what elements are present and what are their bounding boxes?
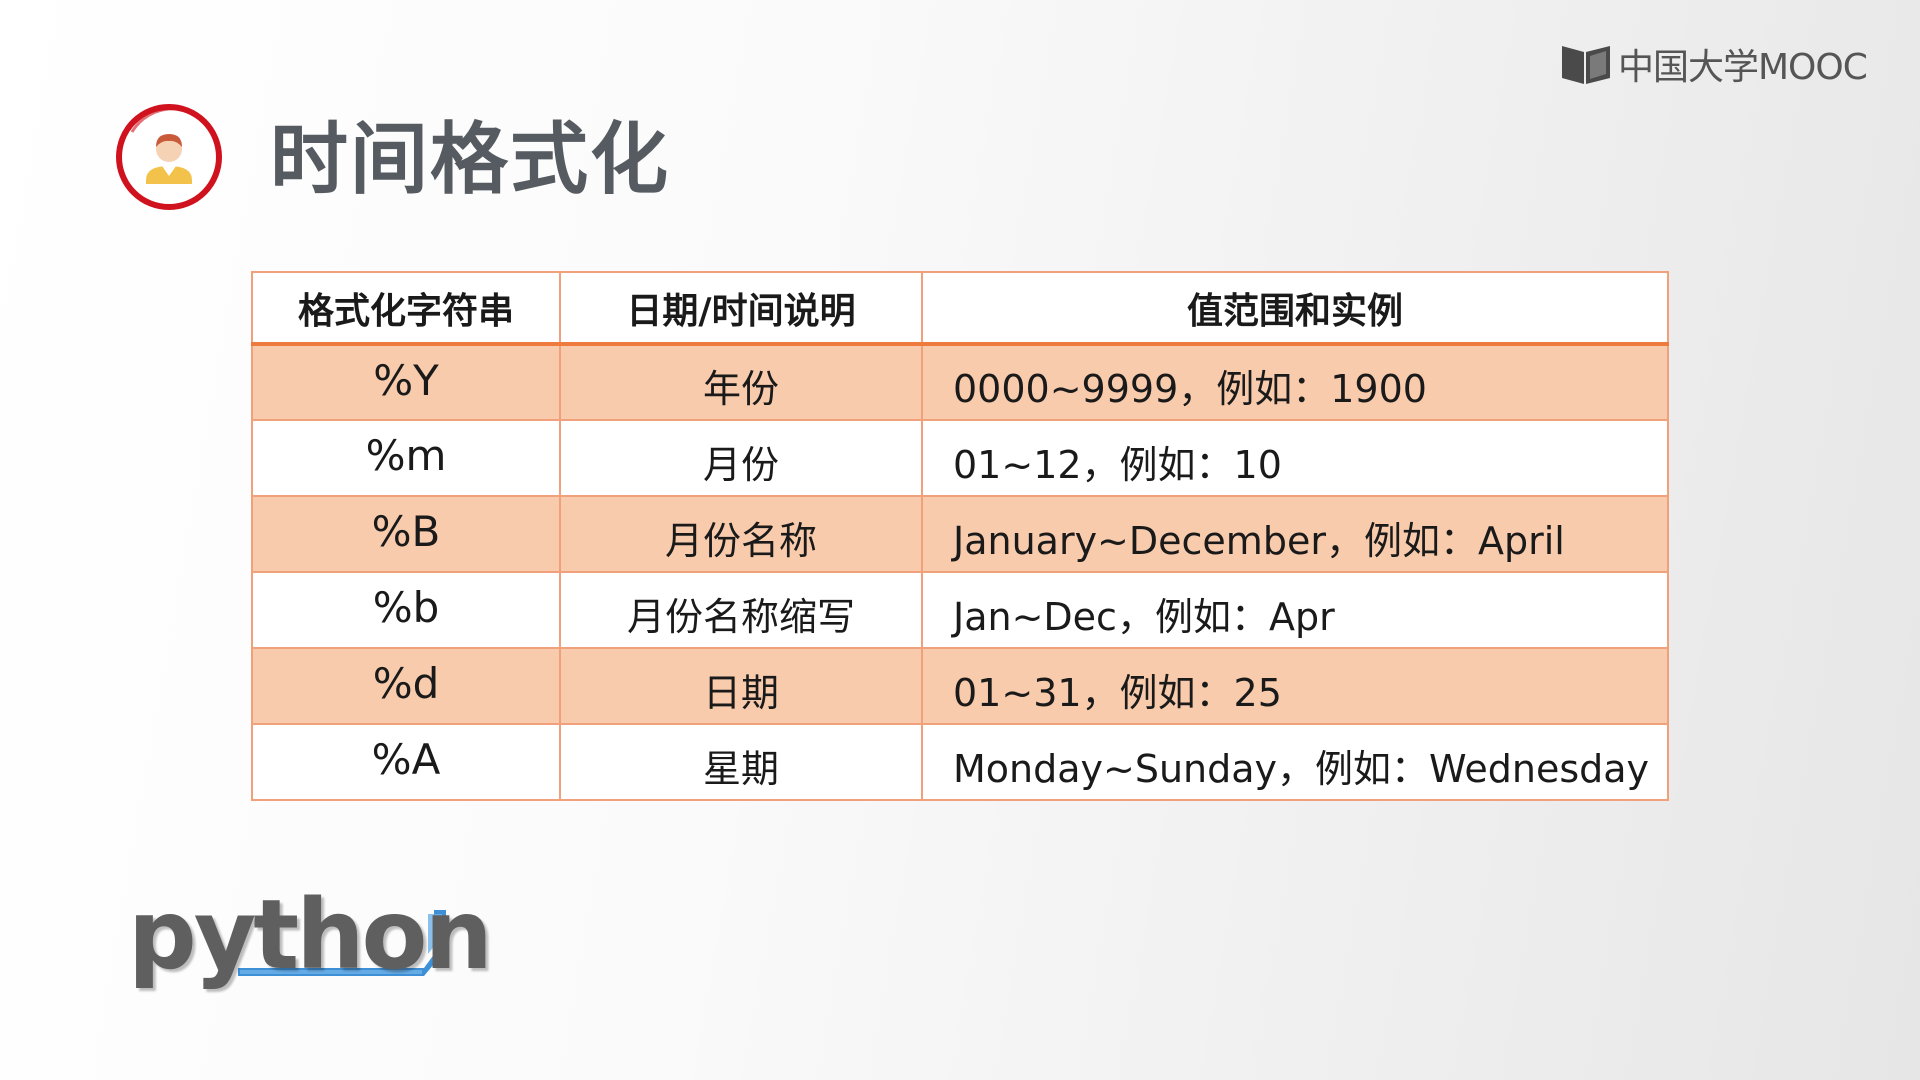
- mooc-logo: 中国大学MOOC: [1560, 38, 1868, 90]
- format-code-cell: %d: [251, 647, 561, 725]
- range-example-cell: 01~31，例如：25: [921, 647, 1669, 725]
- mooc-book-icon: [1562, 46, 1610, 84]
- format-code-cell: %Y: [251, 343, 561, 421]
- format-code-cell: %b: [251, 571, 561, 649]
- range-example-cell: Jan~Dec，例如：Apr: [921, 571, 1669, 649]
- description-cell: 月份: [559, 419, 923, 497]
- range-example-cell: 0000~9999，例如：1900: [921, 343, 1669, 421]
- range-example-cell: January~December，例如：April: [921, 495, 1669, 573]
- table-header-row: 格式化字符串 日期/时间说明 值范围和实例: [251, 271, 1669, 346]
- table-row: %d 日期 01~31，例如：25: [251, 647, 1669, 725]
- format-code-cell: %B: [251, 495, 561, 573]
- table-row: %Y 年份 0000~9999，例如：1900: [251, 343, 1669, 421]
- time-format-table: 格式化字符串 日期/时间说明 值范围和实例 %Y 年份 0000~9999，例如…: [251, 271, 1669, 801]
- python-logo-text: python: [128, 879, 493, 991]
- format-code-cell: %m: [251, 419, 561, 497]
- table-row: %m 月份 01~12，例如：10: [251, 419, 1669, 497]
- range-example-cell: Monday~Sunday，例如：Wednesday: [921, 723, 1669, 801]
- description-cell: 星期: [559, 723, 923, 801]
- description-cell: 月份名称: [559, 495, 923, 573]
- column-header-range-example: 值范围和实例: [921, 271, 1669, 346]
- description-cell: 月份名称缩写: [559, 571, 923, 649]
- table-row: %b 月份名称缩写 Jan~Dec，例如：Apr: [251, 571, 1669, 649]
- table-row: %B 月份名称 January~December，例如：April: [251, 495, 1669, 573]
- description-cell: 年份: [559, 343, 923, 421]
- mooc-logo-text: 中国大学MOOC: [1618, 47, 1868, 88]
- teacher-avatar-icon: [114, 102, 224, 212]
- format-code-cell: %A: [251, 723, 561, 801]
- python-logo: python: [128, 880, 493, 1000]
- page-title: 时间格式化: [270, 115, 671, 205]
- table-row: %A 星期 Monday~Sunday，例如：Wednesday: [251, 723, 1669, 801]
- column-header-description: 日期/时间说明: [559, 271, 923, 346]
- range-example-cell: 01~12，例如：10: [921, 419, 1669, 497]
- description-cell: 日期: [559, 647, 923, 725]
- column-header-format-string: 格式化字符串: [251, 271, 561, 346]
